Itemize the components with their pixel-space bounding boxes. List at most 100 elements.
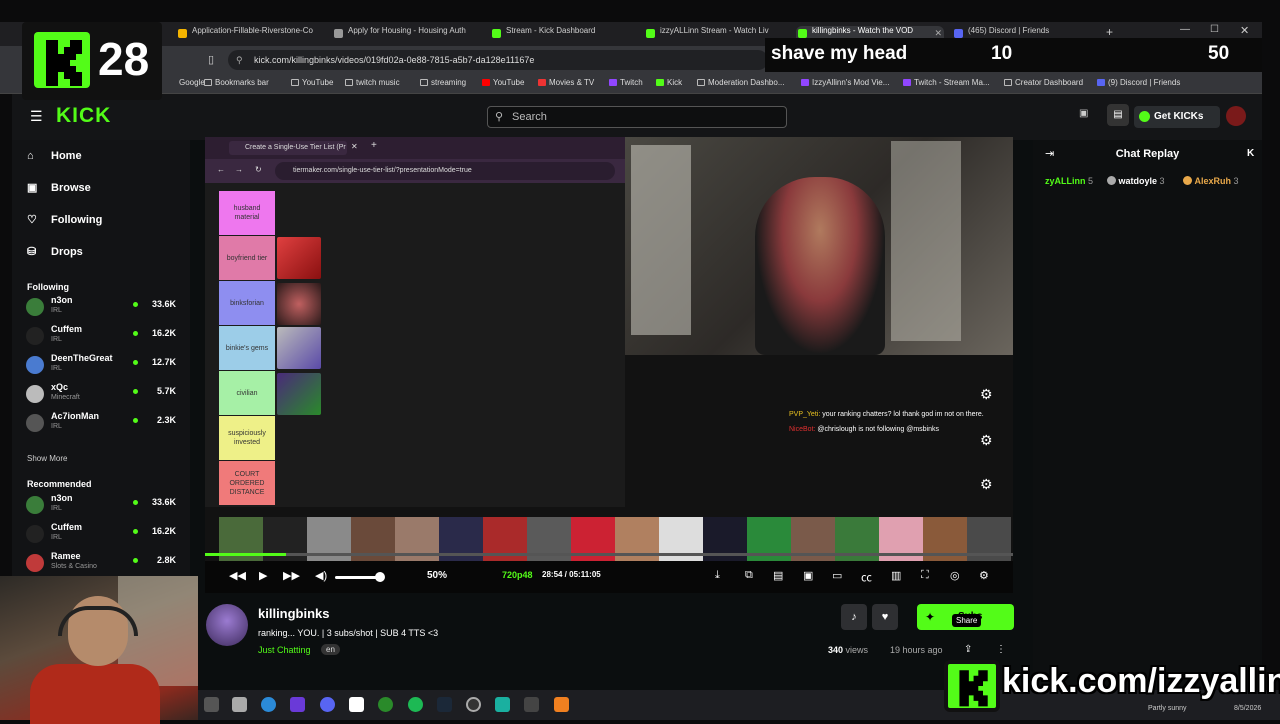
follow-button[interactable]: ♥ [872, 604, 898, 630]
theater-icon[interactable]: ▭ [832, 569, 842, 582]
notification-bell-button[interactable]: ♪ [841, 604, 867, 630]
video-player[interactable]: Create a Single-Use Tier List (Pr ✕ + ← … [205, 137, 1013, 593]
gear-icon[interactable]: ⚙ [980, 477, 994, 491]
layout-icon[interactable]: ▥ [891, 569, 901, 582]
play-icon[interactable]: ▶ [259, 569, 267, 582]
bookmark-item[interactable]: Google [168, 78, 205, 87]
minimize-icon[interactable]: — [1180, 24, 1190, 35]
fullscreen-icon[interactable]: ⛶ [921, 569, 929, 582]
bookmark-item[interactable]: twitch music [345, 78, 400, 87]
channel-url-overlay: kick.com/izzyallinn [944, 656, 1280, 714]
bookmark-item[interactable]: Bookmarks bar [204, 78, 269, 87]
browser-tab[interactable]: Apply for Housing - Housing Auth [332, 26, 474, 44]
progress-bar[interactable] [205, 553, 1013, 556]
recommended-channel[interactable]: n3on IRL 33.6K [26, 492, 176, 518]
bookmark-item[interactable]: Twitch - Stream Ma... [903, 78, 990, 87]
bookmark-item[interactable]: Moderation Dashbo... [697, 78, 785, 87]
extension-icon[interactable]: ▣ [1079, 108, 1088, 119]
rewind-icon[interactable]: ◀◀ [229, 569, 246, 582]
following-channel[interactable]: xQc Minecraft 5.7K [26, 381, 176, 407]
chat-panel: ⇥ Chat Replay K zyALLinn 5 watdoyle 3 Al… [1033, 140, 1262, 690]
clip-icon[interactable]: ⧉ [745, 569, 753, 582]
get-kicks-button[interactable]: Get KICKs [1134, 106, 1220, 128]
file-explorer-icon[interactable] [204, 697, 219, 712]
speed-icon[interactable]: ◎ [950, 569, 960, 582]
volume-slider[interactable] [335, 576, 379, 579]
bookmark-item[interactable]: YouTube [482, 78, 524, 87]
discord-icon [1097, 79, 1105, 86]
channel-avatar [26, 525, 44, 543]
channel-avatar[interactable] [206, 604, 248, 646]
audio-icon[interactable] [349, 697, 364, 712]
bookmark-item[interactable]: (9) Discord | Friends [1097, 78, 1180, 87]
new-tab-icon[interactable]: + [1106, 25, 1113, 39]
following-channel[interactable]: n3on IRL 33.6K [26, 294, 176, 320]
forward-icon[interactable]: ▶▶ [283, 569, 300, 582]
maximize-icon[interactable]: ☐ [1210, 24, 1219, 35]
following-channel[interactable]: Cuffem IRL 16.2K [26, 323, 176, 349]
captions-icon[interactable]: ㏄ [861, 569, 872, 585]
kick-small-icon[interactable]: K [1247, 148, 1254, 159]
quality-label[interactable]: 720p48 [502, 570, 533, 580]
edge-icon[interactable] [261, 697, 276, 712]
recommended-channel[interactable]: Cuffem IRL 16.2K [26, 521, 176, 547]
language-tag[interactable]: en [321, 644, 340, 655]
live-dot-icon [133, 529, 138, 534]
app-icon[interactable] [232, 697, 247, 712]
show-more-link[interactable]: Show More [27, 454, 67, 463]
browser-tab[interactable]: Application-Fillable-Riverstone-Co [176, 26, 324, 44]
app-icon[interactable] [495, 697, 510, 712]
nav-browse[interactable]: ▣ Browse [27, 180, 91, 196]
vlc-icon[interactable] [554, 697, 569, 712]
chapters-icon[interactable]: ▤ [773, 569, 783, 582]
category-link[interactable]: Just Chatting [258, 645, 311, 655]
download-icon[interactable]: ⤓ [715, 569, 720, 582]
kick-logo[interactable]: KICK [56, 104, 111, 128]
gear-icon[interactable]: ⚙ [980, 433, 994, 447]
bookmark-item[interactable]: Twitch [609, 78, 643, 87]
tier-item-image [277, 327, 321, 369]
following-channel[interactable]: Ac7ionMan IRL 2.3K [26, 410, 176, 436]
spotify-icon[interactable] [408, 697, 423, 712]
channel-name[interactable]: killingbinks [258, 606, 330, 621]
xbox-icon[interactable] [378, 697, 393, 712]
bookmark-item[interactable]: IzzyAllinn's Mod Vie... [801, 78, 889, 87]
nav-drops[interactable]: ⛁ Drops [27, 244, 83, 260]
pip-icon[interactable]: ▣ [803, 569, 813, 582]
gear-icon[interactable]: ⚙ [980, 387, 994, 401]
zoom-level: 50% [427, 570, 448, 581]
following-channel[interactable]: DeenTheGreat IRL 12.7K [26, 352, 176, 378]
browser-tab[interactable]: izzyALLinn Stream - Watch Liv [644, 26, 780, 44]
search-input[interactable]: ⚲ Search [487, 106, 787, 128]
app-icon[interactable] [524, 697, 539, 712]
app-icon[interactable] [290, 697, 305, 712]
volume-knob[interactable] [375, 572, 385, 582]
nav-home[interactable]: ⌂ Home [27, 148, 82, 164]
goal-title: shave my head [771, 43, 908, 64]
browser-tab[interactable]: Stream - Kick Dashboard [490, 26, 630, 44]
bookmark-item[interactable]: streaming [420, 78, 466, 87]
steam-icon[interactable] [437, 697, 452, 712]
nav-following[interactable]: ♡ Following [27, 212, 102, 228]
recommended-channel[interactable]: Ramee Slots & Casino 2.8K [26, 550, 176, 576]
folder-icon [420, 79, 428, 86]
site-info-icon[interactable]: ⚲ [236, 50, 243, 70]
volume-icon[interactable]: ◀) [315, 569, 327, 582]
bookmark-item[interactable]: YouTube [291, 78, 333, 87]
bookmark-item[interactable]: Movies & TV [538, 78, 594, 87]
address-bar[interactable]: ⚲ kick.com/killingbinks/videos/019fd02a-0… [228, 50, 768, 70]
settings-icon[interactable]: ⚙ [979, 569, 989, 582]
bookmark-icon[interactable]: ▯ [208, 53, 214, 66]
bookmark-item[interactable]: Creator Dashboard [1004, 78, 1083, 87]
tier-row-label: suspiciously invested [219, 416, 275, 460]
obs-icon[interactable] [466, 697, 481, 712]
layout-icon[interactable]: ▤ [1107, 104, 1129, 126]
close-window-icon[interactable]: ✕ [1240, 24, 1249, 37]
bookmark-item[interactable]: Kick [656, 78, 682, 87]
tab-favicon-icon [646, 29, 655, 38]
more-options-icon[interactable]: ⋮ [996, 644, 1006, 655]
avatar[interactable] [1226, 106, 1246, 126]
hamburger-menu-icon[interactable]: ☰ [30, 108, 43, 125]
share-icon[interactable]: ⇪ [964, 644, 972, 655]
discord-icon[interactable] [320, 697, 335, 712]
